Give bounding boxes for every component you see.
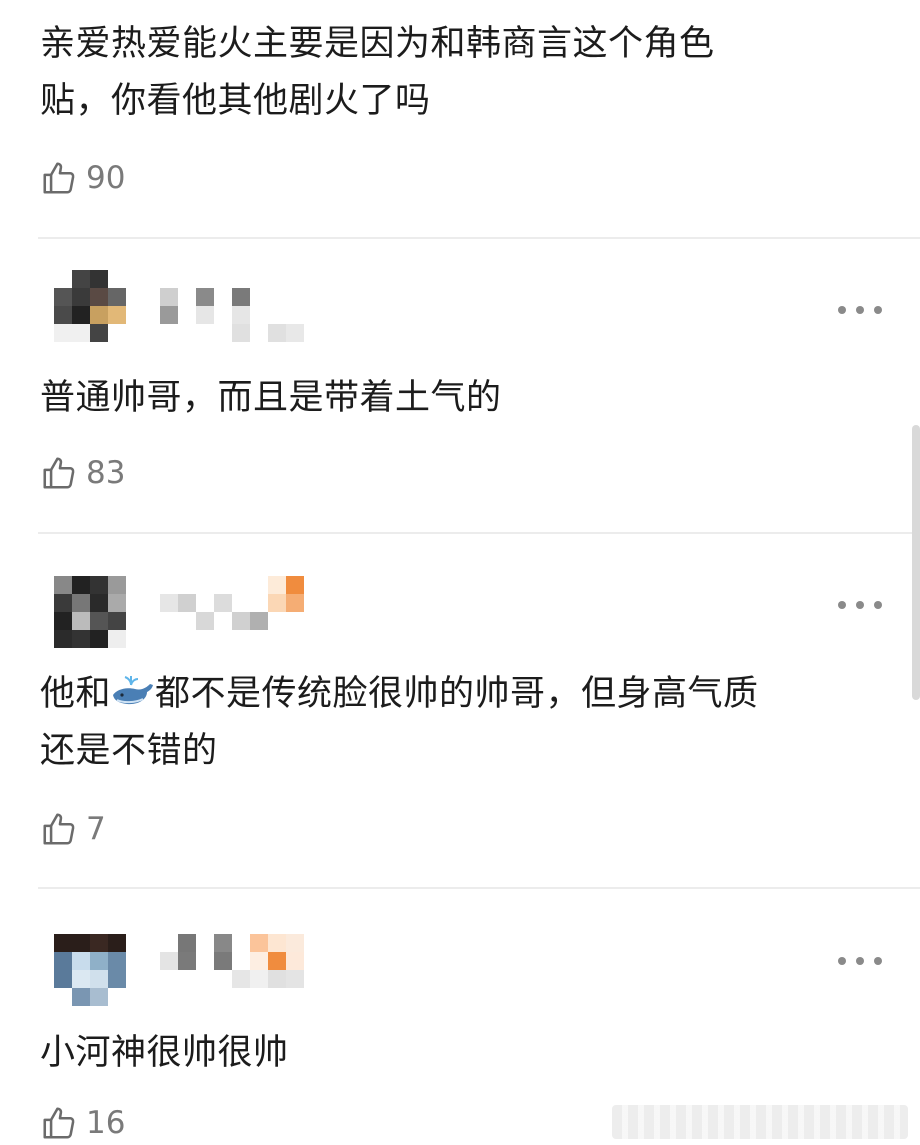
more-options-button[interactable]	[838, 300, 882, 320]
like-button[interactable]: 16	[40, 1101, 125, 1145]
comment-text: 亲爱热爱能火主要是因为和韩商言这个角色 贴，你看他其他剧火了吗	[40, 24, 715, 121]
scrollbar[interactable]	[912, 425, 920, 700]
like-button[interactable]: 83	[40, 451, 125, 495]
comment-text: 普通帅哥，而且是带着土气的	[40, 378, 502, 418]
like-count: 7	[86, 811, 106, 847]
divider	[38, 237, 920, 239]
thumbs-up-icon	[43, 162, 75, 194]
divider	[38, 887, 920, 889]
divider	[38, 532, 920, 534]
thumbs-up-icon	[43, 457, 75, 489]
thumbs-up-icon	[43, 1107, 75, 1139]
like-count: 83	[86, 455, 126, 491]
username-blurred[interactable]	[160, 576, 340, 630]
like-button[interactable]: 90	[40, 156, 125, 200]
more-dots-icon	[838, 306, 846, 314]
username-blurred[interactable]	[160, 288, 340, 342]
username-blurred[interactable]	[160, 934, 340, 988]
avatar[interactable]	[54, 576, 126, 648]
avatar[interactable]	[54, 934, 126, 1006]
like-count: 16	[86, 1105, 126, 1141]
thumbs-up-icon	[43, 813, 75, 845]
comment-text: 他和 都不是传统脸很帅的帅哥，但身高气质 还是不错的	[40, 674, 759, 771]
more-dots-icon	[838, 601, 846, 609]
like-count: 90	[86, 160, 126, 196]
avatar[interactable]	[54, 270, 126, 342]
watermark-blurred	[612, 1105, 908, 1139]
like-button[interactable]: 7	[40, 807, 106, 851]
more-options-button[interactable]	[838, 951, 882, 971]
whale-emoji-icon	[113, 676, 154, 705]
more-dots-icon	[838, 957, 846, 965]
more-options-button[interactable]	[838, 595, 882, 615]
comment-text: 小河神很帅很帅	[40, 1033, 289, 1073]
